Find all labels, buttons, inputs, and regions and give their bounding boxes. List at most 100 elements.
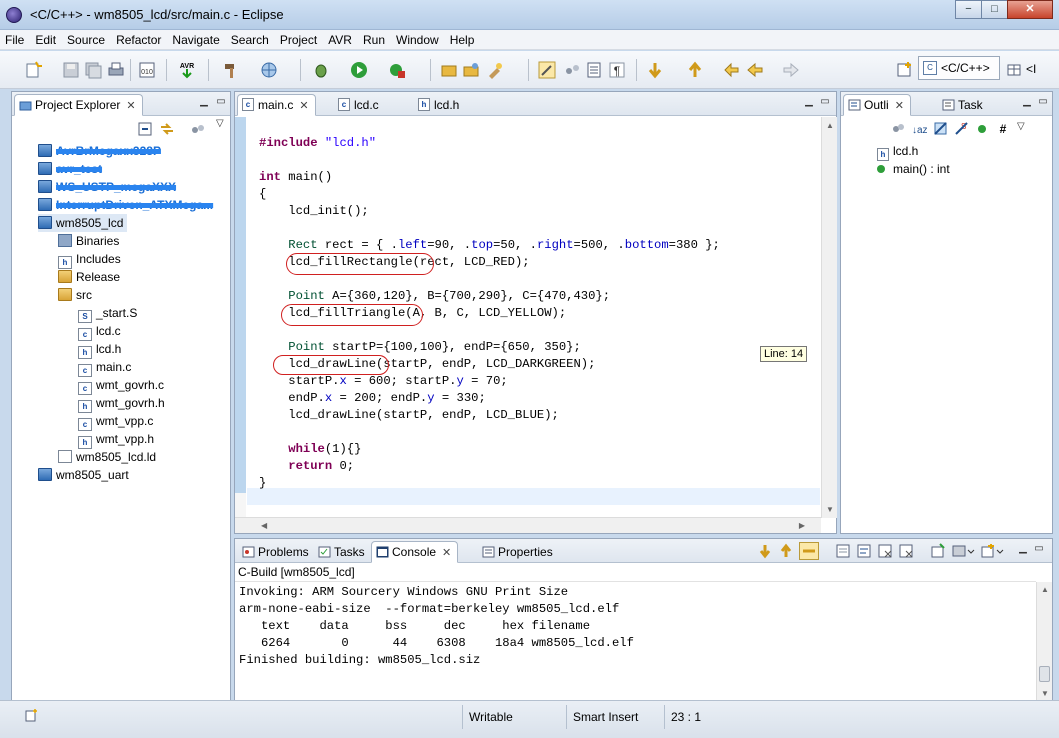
breadcrumb-toggle-icon[interactable] xyxy=(563,61,581,79)
tree-item-includes[interactable]: h Includes xyxy=(58,250,121,269)
maximize-view-icon[interactable]: ▭ xyxy=(819,97,831,107)
file-item[interactable]: wm8505_lcd.ld xyxy=(58,448,156,466)
close-button[interactable]: ✕ xyxy=(1007,0,1053,19)
editor-horizontal-scrollbar[interactable]: ◀ ▶ xyxy=(235,517,821,533)
console-output[interactable]: Invoking: ARM Sourcery Windows GNU Print… xyxy=(239,584,634,669)
tab-outline[interactable]: Outli ✕ xyxy=(843,94,911,116)
project-item-wm8505-lcd[interactable]: wm8505_lcd xyxy=(38,214,128,232)
minimize-view-icon[interactable]: ▁ xyxy=(1017,544,1029,554)
menu-navigate[interactable]: Navigate xyxy=(167,30,224,50)
menu-help[interactable]: Help xyxy=(445,30,480,50)
globe-icon[interactable] xyxy=(260,61,278,79)
fast-view-icon[interactable] xyxy=(25,708,39,722)
menu-refactor[interactable]: Refactor xyxy=(111,30,166,50)
scroll-down-icon[interactable]: ▼ xyxy=(826,505,834,514)
close-tab-icon[interactable]: ✕ xyxy=(895,100,904,112)
debug-bug-icon[interactable] xyxy=(312,61,330,79)
minimize-view-icon[interactable]: ▁ xyxy=(1021,97,1033,107)
tab-problems[interactable]: Problems xyxy=(237,541,316,563)
scroll-up-icon[interactable]: ▲ xyxy=(1041,585,1049,594)
filter-icon[interactable] xyxy=(190,122,206,136)
project-item[interactable]: AvrBrMegaxx328P xyxy=(38,142,161,160)
menu-source[interactable]: Source xyxy=(62,30,110,50)
tree-item-src[interactable]: src xyxy=(58,286,92,304)
menu-search[interactable]: Search xyxy=(226,30,274,50)
editor-tab-lcd-h[interactable]: h lcd.h xyxy=(413,94,485,116)
word-wrap-icon[interactable] xyxy=(856,543,872,559)
forward-icon[interactable] xyxy=(782,61,800,79)
minimize-view-icon[interactable]: ▁ xyxy=(198,97,210,107)
scroll-lock-icon[interactable] xyxy=(799,542,819,560)
file-item[interactable]: c wmt_govrh.c xyxy=(78,376,164,395)
project-item[interactable]: avr_test xyxy=(38,160,102,178)
file-item[interactable]: S _start.S xyxy=(78,304,137,323)
file-item[interactable]: c main.c xyxy=(78,358,131,377)
maximize-view-icon[interactable]: ▭ xyxy=(1037,97,1049,107)
avr-upload-icon[interactable]: AVR xyxy=(178,61,196,79)
pin-console-icon[interactable] xyxy=(930,543,946,559)
collapse-all-icon[interactable] xyxy=(138,122,152,136)
back-icon[interactable] xyxy=(746,61,764,79)
external-tools-icon[interactable] xyxy=(388,61,406,79)
binary-icon[interactable]: 010 xyxy=(138,61,156,79)
hide-non-public-icon[interactable] xyxy=(975,121,990,136)
minimize-view-icon[interactable]: ▁ xyxy=(803,97,815,107)
file-item[interactable]: c wmt_vpp.c xyxy=(78,412,153,431)
hide-fields-icon[interactable] xyxy=(933,121,948,136)
scroll-down-icon[interactable]: ▼ xyxy=(1041,689,1049,698)
scroll-thumb[interactable] xyxy=(1039,666,1050,682)
save-all-icon[interactable] xyxy=(84,61,102,79)
scroll-right-icon[interactable]: ▶ xyxy=(799,521,805,530)
close-tab-icon[interactable]: ✕ xyxy=(126,100,135,112)
menu-project[interactable]: Project xyxy=(275,30,322,50)
perspective-grid-icon[interactable] xyxy=(1005,61,1023,79)
next-output-icon[interactable] xyxy=(757,543,773,559)
tab-properties[interactable]: Properties xyxy=(477,541,560,563)
save-icon[interactable] xyxy=(62,61,80,79)
file-item[interactable]: c lcd.c xyxy=(78,322,121,341)
outline-item-include[interactable]: h lcd.h xyxy=(877,142,918,161)
run-icon[interactable] xyxy=(350,61,368,79)
tab-project-explorer[interactable]: Project Explorer ✕ xyxy=(14,94,143,116)
perspective-overflow[interactable]: <I xyxy=(1026,62,1036,76)
tab-tasks[interactable]: Tasks xyxy=(313,541,372,563)
menu-avr[interactable]: AVR xyxy=(323,30,357,50)
close-tab-icon[interactable]: ✕ xyxy=(299,100,308,112)
last-edit-location-icon[interactable] xyxy=(722,61,740,79)
tab-console[interactable]: Console ✕ xyxy=(371,541,459,563)
project-item-wm8505-uart[interactable]: wm8505_uart xyxy=(38,466,129,484)
prev-output-icon[interactable] xyxy=(778,543,794,559)
open-console-icon[interactable] xyxy=(980,543,1004,559)
search-torch-icon[interactable] xyxy=(486,61,504,79)
editor-vertical-scrollbar[interactable]: ▲ ▼ xyxy=(821,117,837,518)
hide-macros-icon[interactable]: # xyxy=(996,121,1011,136)
maximize-view-icon[interactable]: ▭ xyxy=(215,97,227,107)
editor-tab-main-c[interactable]: c main.c ✕ xyxy=(237,94,316,116)
open-perspective-icon[interactable] xyxy=(896,61,914,79)
link-with-editor-icon[interactable] xyxy=(159,122,175,136)
print-icon[interactable] xyxy=(107,61,125,79)
minimize-button[interactable]: − xyxy=(955,0,982,19)
project-item[interactable]: InterruptDriven_ATXMega... xyxy=(38,196,213,214)
tree-item-release[interactable]: Release xyxy=(58,268,120,286)
file-item[interactable]: h wmt_govrh.h xyxy=(78,394,165,413)
outline-item-function[interactable]: main() : int xyxy=(877,160,950,178)
view-menu-icon[interactable]: ▽ xyxy=(216,118,224,129)
next-annotation-icon[interactable] xyxy=(646,61,664,79)
project-item[interactable]: WS_USTP_megaXXX xyxy=(38,178,176,196)
perspective-cpp-button[interactable]: C <C/C++> xyxy=(918,56,1000,80)
menu-run[interactable]: Run xyxy=(358,30,390,50)
remove-launch-icon[interactable] xyxy=(877,543,893,559)
editor-tab-lcd-c[interactable]: c lcd.c xyxy=(333,94,411,116)
scroll-left-icon[interactable]: ◀ xyxy=(261,521,267,530)
close-tab-icon[interactable]: ✕ xyxy=(442,547,451,559)
tab-task-list[interactable]: Task xyxy=(937,94,990,116)
menu-file[interactable]: File xyxy=(0,30,29,50)
hide-static-icon[interactable]: S xyxy=(954,121,969,136)
collapse-outline-icon[interactable] xyxy=(891,121,906,136)
sort-az-icon[interactable]: ↓az xyxy=(912,121,927,136)
open-folder-icon[interactable] xyxy=(440,61,458,79)
display-selected-console-icon[interactable] xyxy=(951,543,975,559)
console-vertical-scrollbar[interactable]: ▲ ▼ xyxy=(1036,582,1052,701)
menu-window[interactable]: Window xyxy=(391,30,444,50)
